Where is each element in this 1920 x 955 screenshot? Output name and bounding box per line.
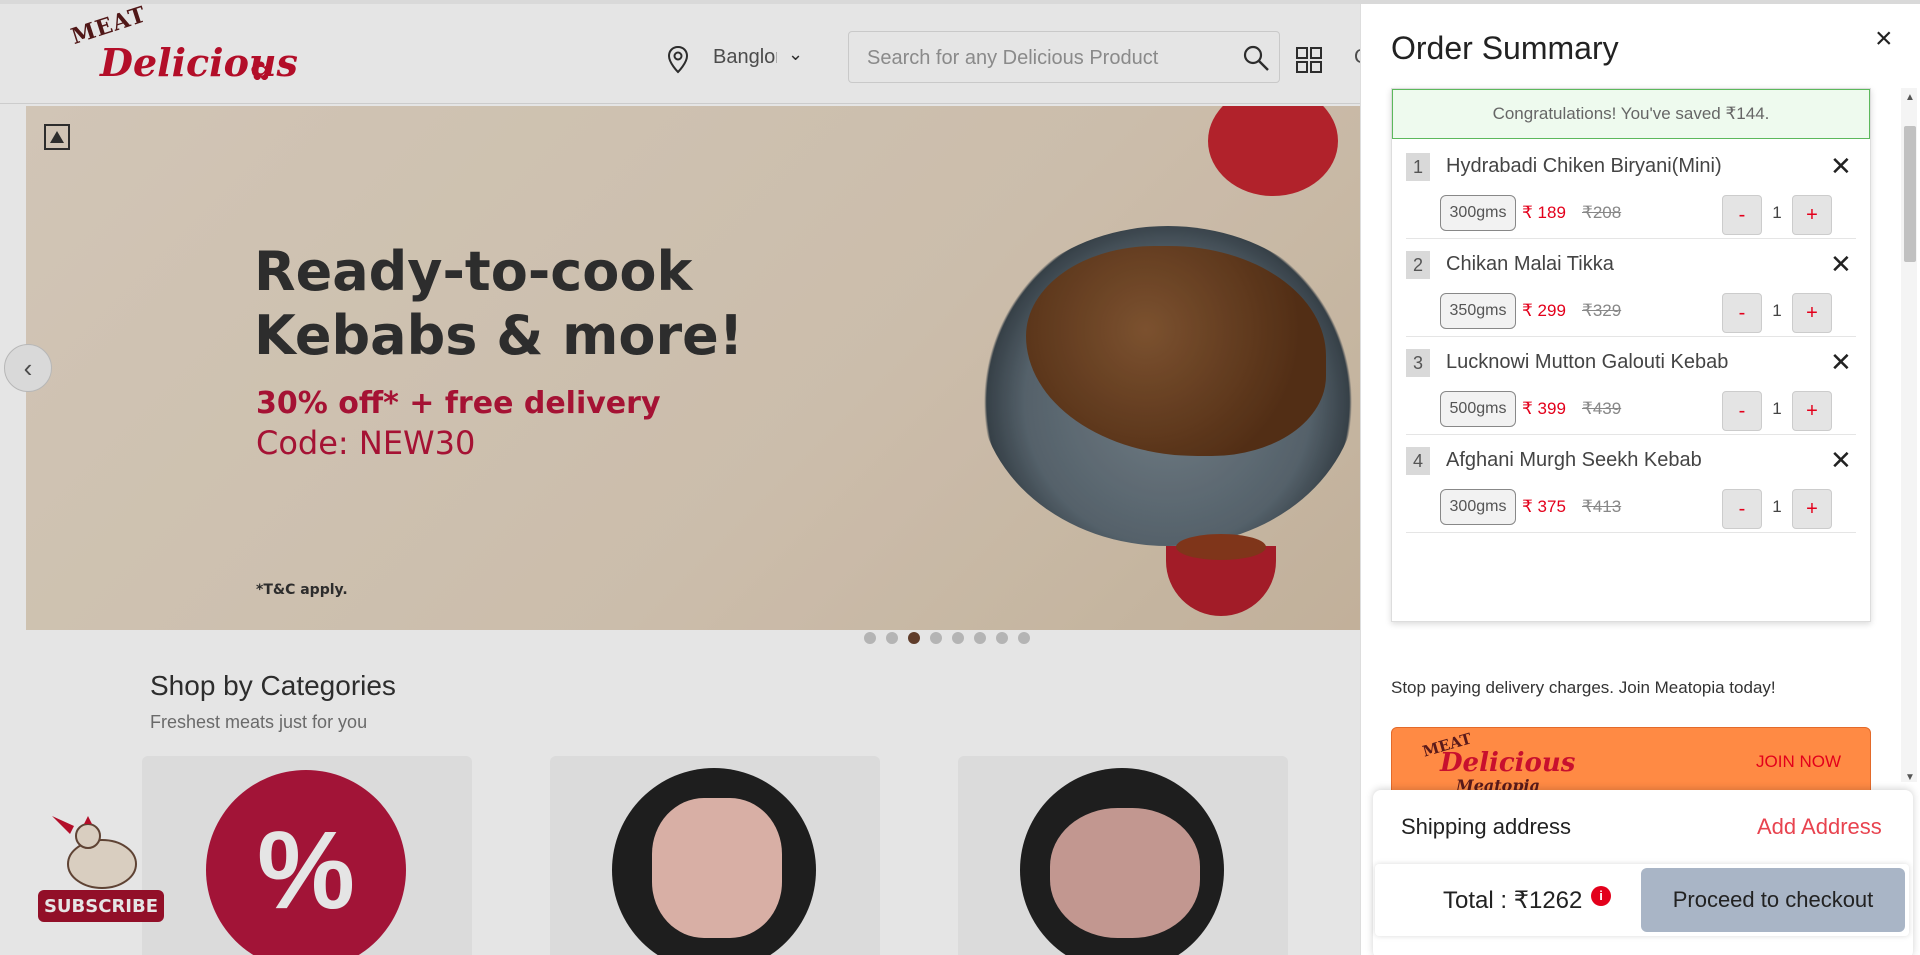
proceed-to-checkout-button[interactable]: Proceed to checkout (1641, 868, 1905, 932)
decrease-qty-button[interactable]: - (1722, 195, 1762, 235)
meatopia-logo-delicious: Delicious (1440, 748, 1576, 778)
cart-items-list[interactable]: Congratulations! You've saved ₹144. 1 Hyd… (1391, 88, 1871, 622)
savings-banner: Congratulations! You've saved ₹144. (1392, 89, 1870, 139)
join-now-button[interactable]: JOIN NOW (1756, 752, 1841, 772)
item-price: ₹ 299 (1522, 301, 1566, 320)
item-name[interactable]: Chikan Malai Tikka (1446, 253, 1614, 276)
item-mrp: ₹208 (1582, 203, 1622, 222)
order-summary-panel: Order Summary × Congratulations! You've … (1360, 4, 1920, 955)
item-price: ₹ 375 (1522, 497, 1566, 516)
cart-item: 4 Afghani Murgh Seekh Kebab ✕ 300gms ₹ 375 ₹4… (1406, 435, 1856, 533)
item-weight[interactable]: 300gms (1440, 489, 1516, 525)
item-name[interactable]: Hydrabadi Chiken Biryani(Mini) (1446, 155, 1722, 178)
meatopia-logo: MEAT Delicious Meatopia (1416, 729, 1576, 792)
close-icon[interactable]: × (1875, 22, 1893, 56)
panel-scrollbar-thumb[interactable] (1904, 126, 1916, 262)
total-bar: Total : ₹1262 i Proceed to checkout (1375, 864, 1909, 936)
item-price: ₹ 189 (1522, 203, 1566, 222)
decrease-qty-button[interactable]: - (1722, 293, 1762, 333)
item-weight[interactable]: 350gms (1440, 293, 1516, 329)
item-quantity: 1 (1772, 301, 1782, 320)
remove-item-icon[interactable]: ✕ (1830, 249, 1852, 280)
scroll-down-arrow-icon[interactable]: ▼ (1905, 772, 1915, 783)
scroll-up-arrow-icon[interactable]: ▲ (1905, 92, 1915, 103)
order-summary-title: Order Summary (1391, 30, 1619, 66)
info-icon[interactable]: i (1591, 886, 1612, 906)
item-number: 1 (1406, 153, 1430, 181)
item-number: 4 (1406, 447, 1430, 475)
item-mrp: ₹439 (1582, 399, 1622, 418)
item-number: 3 (1406, 349, 1430, 377)
item-mrp: ₹329 (1582, 301, 1622, 320)
item-quantity: 1 (1772, 399, 1782, 418)
order-total: Total : ₹1262 i (1443, 886, 1612, 915)
item-name[interactable]: Afghani Murgh Seekh Kebab (1446, 449, 1702, 472)
increase-qty-button[interactable]: + (1792, 195, 1832, 235)
increase-qty-button[interactable]: + (1792, 391, 1832, 431)
remove-item-icon[interactable]: ✕ (1830, 151, 1852, 182)
item-price: ₹ 399 (1522, 399, 1566, 418)
page: MEAT Delicious ✿ Banglore ⌄ C (0, 0, 1920, 955)
decrease-qty-button[interactable]: - (1722, 489, 1762, 529)
remove-item-icon[interactable]: ✕ (1830, 347, 1852, 378)
shipping-address-label: Shipping address (1401, 814, 1572, 839)
increase-qty-button[interactable]: + (1792, 293, 1832, 333)
item-name[interactable]: Lucknowi Mutton Galouti Kebab (1446, 351, 1728, 374)
order-total-text: Total : ₹1262 (1443, 887, 1583, 914)
item-weight[interactable]: 300gms (1440, 195, 1516, 231)
item-quantity: 1 (1772, 497, 1782, 516)
remove-item-icon[interactable]: ✕ (1830, 445, 1852, 476)
increase-qty-button[interactable]: + (1792, 489, 1832, 529)
dim-overlay[interactable] (0, 4, 1360, 955)
checkout-footer: Shipping address Add Address Total : ₹12… (1373, 790, 1913, 955)
meatopia-promo-text: Stop paying delivery charges. Join Meato… (1391, 678, 1776, 697)
meatopia-join-banner[interactable]: MEAT Delicious Meatopia JOIN NOW (1391, 727, 1871, 793)
item-number: 2 (1406, 251, 1430, 279)
item-weight[interactable]: 500gms (1440, 391, 1516, 427)
cart-item: 2 Chikan Malai Tikka ✕ 350gms ₹ 299 ₹329 -1 + (1406, 239, 1856, 337)
item-mrp: ₹413 (1582, 497, 1622, 516)
item-quantity: 1 (1772, 203, 1782, 222)
add-address-link[interactable]: Add Address (1757, 814, 1882, 840)
cart-item: 1 Hydrabadi Chiken Biryani(Mini) ✕ 300gms ₹ … (1406, 141, 1856, 239)
decrease-qty-button[interactable]: - (1722, 391, 1762, 431)
cart-item: 3 Lucknowi Mutton Galouti Kebab ✕ 500gms ₹ 3… (1406, 337, 1856, 435)
